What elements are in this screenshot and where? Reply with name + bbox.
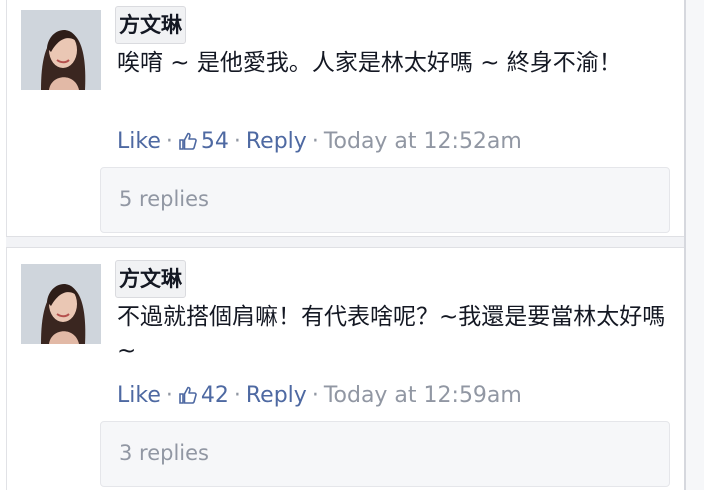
like-count[interactable]: 42 (178, 383, 229, 408)
comment-item: 方文琳 唉唷 ~ 是他愛我。人家是林太好嗎 ~ 終身不渝！ Like · 54 · Re… (7, 0, 684, 236)
comment-text: 唉唷 ~ 是他愛我。人家是林太好嗎 ~ 終身不渝！ (117, 50, 622, 76)
like-count-value: 54 (200, 129, 229, 154)
separator-dot: · (165, 383, 173, 408)
thumbs-up-icon (178, 383, 198, 415)
replies-count-label: 3 replies (119, 441, 209, 465)
reply-link[interactable]: Reply (246, 129, 307, 154)
comment-text: 不過就搭個肩嘛！有代表啥呢？~我還是要當林太好嗎 ~ (117, 304, 666, 364)
page-gutter (686, 0, 704, 490)
comment-item: 方文琳 不過就搭個肩嘛！有代表啥呢？~我還是要當林太好嗎 ~ Like · 42 · R… (7, 254, 684, 490)
reply-link[interactable]: Reply (246, 383, 307, 408)
like-count-value: 42 (200, 383, 229, 408)
comment-timestamp[interactable]: Today at 12:52am (324, 129, 522, 154)
separator-dot: · (311, 383, 319, 408)
avatar-image (21, 264, 101, 344)
separator-dot: · (165, 129, 173, 154)
replies-count-label: 5 replies (119, 187, 209, 211)
like-link[interactable]: Like (117, 383, 161, 408)
comment-actions: Like · 42 · Reply · Today at 12:59am (117, 380, 522, 412)
separator-dot: · (311, 129, 319, 154)
avatar[interactable] (21, 264, 101, 344)
comment-separator (6, 236, 684, 248)
comment-author-name[interactable]: 方文琳 (115, 260, 186, 298)
like-link[interactable]: Like (117, 129, 161, 154)
separator-dot: · (233, 383, 241, 408)
comment-actions: Like · 54 · Reply · Today at 12:52am (117, 126, 522, 158)
avatar-image (21, 10, 101, 90)
separator-dot: · (233, 129, 241, 154)
comment-timestamp[interactable]: Today at 12:59am (324, 383, 522, 408)
replies-toggle[interactable]: 3 replies (100, 421, 670, 487)
avatar[interactable] (21, 10, 101, 90)
comment-author-name[interactable]: 方文琳 (115, 6, 186, 44)
like-count[interactable]: 54 (178, 129, 229, 154)
thumbs-up-icon (178, 129, 198, 161)
comment-feed: 方文琳 唉唷 ~ 是他愛我。人家是林太好嗎 ~ 終身不渝！ Like · 54 · Re… (0, 0, 704, 490)
replies-toggle[interactable]: 5 replies (100, 167, 670, 233)
